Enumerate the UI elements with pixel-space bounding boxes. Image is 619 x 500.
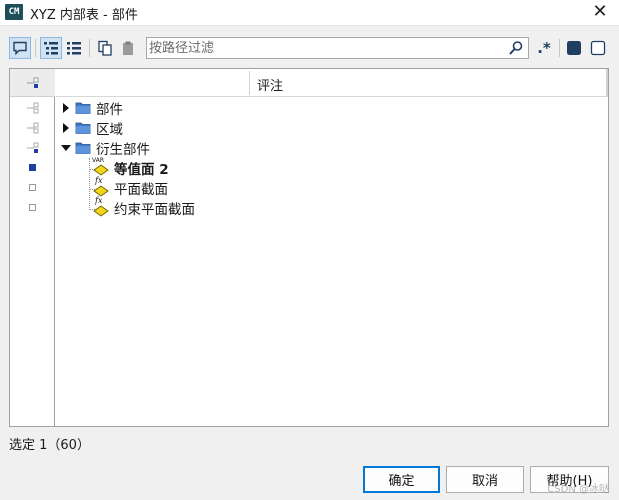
collapse-arrow[interactable] — [60, 138, 72, 158]
ok-button[interactable]: 确定 — [363, 466, 440, 493]
copy-icon — [98, 40, 112, 56]
isosurface-var-icon: VAR — [92, 157, 110, 177]
filter-box — [146, 37, 529, 59]
tree-node-label: 等值面 2 — [114, 162, 169, 178]
row-status-indicator[interactable] — [10, 138, 55, 158]
cancel-button[interactable]: 取消 — [446, 466, 524, 493]
window-title: XYZ 内部表 - 部件 — [30, 8, 138, 23]
watermark-text: CSDN @冰哒 — [547, 484, 609, 495]
toolbar-separator — [559, 39, 560, 57]
title-bar: CM XYZ 内部表 - 部件 ✕ — [0, 0, 619, 26]
comment-column-header[interactable]: 评注 — [257, 75, 283, 94]
filled-square-icon — [28, 164, 36, 171]
paste-button[interactable] — [117, 37, 139, 59]
empty-square-icon — [28, 184, 36, 191]
speech-bubble-icon — [13, 41, 27, 56]
flat-list-button[interactable] — [63, 37, 85, 59]
tree-node[interactable]: 部件 — [60, 98, 123, 118]
folder-icon — [75, 102, 91, 114]
deselect-all-button[interactable] — [587, 37, 609, 59]
triangle-right-icon — [63, 123, 69, 133]
var-tag: VAR — [92, 157, 104, 164]
search-icon — [509, 41, 523, 55]
tree-node-label: 部件 — [96, 102, 123, 118]
yellow-diamond-icon — [93, 205, 109, 217]
close-button[interactable]: ✕ — [589, 2, 611, 24]
tree-node[interactable]: 衍生部件 — [60, 138, 150, 158]
tree-node-label: 平面截面 — [114, 182, 168, 198]
parts-table: 评注 部件 区域 衍生部件 VAR 等值面 2 fx 平面截面 fx 约束平面截… — [9, 68, 609, 427]
yellow-diamond-icon — [93, 164, 109, 176]
triangle-down-icon — [61, 145, 71, 151]
hierarchy-icon — [26, 102, 38, 114]
tree-node[interactable]: fx 平面截面 — [92, 176, 168, 198]
expand-arrow[interactable] — [60, 118, 72, 138]
toolbar-separator — [35, 39, 36, 57]
tree-node-label: 衍生部件 — [96, 142, 150, 158]
table-header: 评注 — [56, 69, 608, 97]
filled-square-icon — [567, 41, 581, 55]
row-status-indicator[interactable] — [10, 118, 55, 138]
copy-button[interactable] — [94, 37, 116, 59]
tree-node[interactable]: VAR 等值面 2 — [92, 157, 169, 178]
hierarchy-icon — [27, 77, 39, 88]
tree-node-label: 区域 — [96, 122, 123, 138]
select-all-button[interactable] — [563, 37, 585, 59]
tree-connector — [89, 158, 90, 210]
folder-icon — [75, 142, 91, 154]
hierarchy-icon — [26, 142, 38, 153]
row-selection-checkbox[interactable] — [10, 198, 55, 218]
expand-arrow[interactable] — [60, 98, 72, 118]
tree-view-button[interactable] — [40, 37, 62, 59]
status-column — [10, 69, 55, 426]
fx-tag: fx — [95, 196, 103, 205]
comment-toggle-button[interactable] — [9, 37, 31, 59]
clipboard-icon — [123, 41, 133, 55]
tree-node[interactable]: 区域 — [60, 118, 123, 138]
fx-tag: fx — [95, 176, 103, 185]
empty-square-icon — [590, 40, 606, 56]
row-selection-checkbox[interactable] — [10, 158, 55, 178]
tree-node-label: 约束平面截面 — [114, 202, 195, 218]
tree-list-icon — [44, 42, 58, 55]
empty-square-icon — [28, 204, 36, 211]
plane-section-fx-icon: fx — [92, 196, 110, 217]
path-filter-input[interactable] — [149, 39, 499, 57]
column-divider[interactable] — [249, 71, 250, 95]
status-column-header[interactable] — [10, 69, 55, 97]
column-divider — [606, 69, 608, 97]
toolbar-separator — [89, 39, 90, 57]
app-logo-icon: CM — [5, 4, 23, 20]
toolbar: .* — [0, 34, 619, 64]
plane-section-fx-icon: fx — [92, 176, 110, 197]
triangle-right-icon — [63, 103, 69, 113]
row-selection-checkbox[interactable] — [10, 178, 55, 198]
regex-toggle-button[interactable]: .* — [533, 37, 555, 59]
row-status-indicator[interactable] — [10, 98, 55, 118]
tree-node[interactable]: fx 约束平面截面 — [92, 196, 195, 218]
selection-status: 选定 1（60） — [9, 438, 90, 453]
bullet-list-icon — [67, 42, 81, 55]
hierarchy-icon — [26, 122, 38, 134]
folder-icon — [75, 122, 91, 134]
search-button[interactable] — [508, 40, 524, 56]
